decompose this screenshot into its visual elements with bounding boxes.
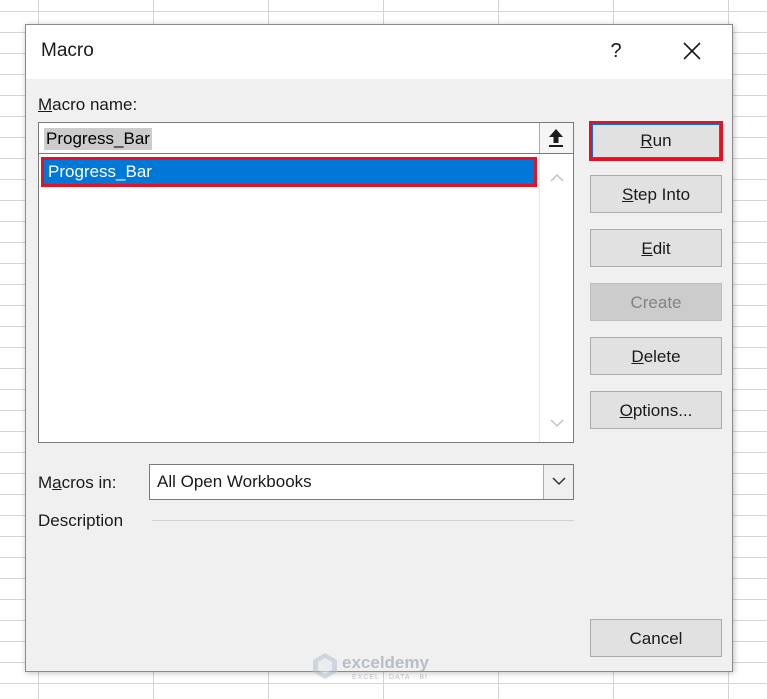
- list-scrollbar[interactable]: [539, 154, 573, 442]
- run-focus-ring: [592, 124, 720, 158]
- chevron-up-icon: [549, 173, 564, 182]
- run-button[interactable]: Run: [589, 121, 723, 161]
- exceldemy-logo-icon: [313, 653, 337, 679]
- step-into-button[interactable]: Step Into: [590, 175, 722, 213]
- delete-button[interactable]: Delete: [590, 337, 722, 375]
- chevron-down-icon: [551, 477, 566, 486]
- title-bar: Macro ?: [26, 25, 732, 79]
- chevron-down-icon: [549, 419, 564, 428]
- edit-button[interactable]: Edit: [590, 229, 722, 267]
- macro-name-value: Progress_Bar: [44, 128, 152, 150]
- close-button[interactable]: [676, 36, 708, 66]
- cancel-button[interactable]: Cancel: [590, 619, 722, 657]
- macros-in-dropdown[interactable]: All Open Workbooks: [149, 464, 574, 500]
- close-icon: [683, 42, 701, 60]
- upload-arrow-icon: [549, 129, 563, 147]
- description-divider: [152, 520, 574, 521]
- macro-dialog: Macro ? Macro name: Progress_Bar Progres…: [25, 24, 733, 681]
- watermark-tagline: EXCEL · DATA · BI: [352, 674, 428, 681]
- macro-name-input[interactable]: Progress_Bar: [38, 122, 574, 154]
- reference-up-button[interactable]: [539, 123, 573, 153]
- options-button[interactable]: Options...: [590, 391, 722, 429]
- macros-in-label: Macros in:: [38, 473, 117, 492]
- create-button[interactable]: Create: [590, 283, 722, 321]
- macro-name-label: Macro name:: [38, 95, 138, 114]
- macros-in-value: All Open Workbooks: [157, 472, 312, 491]
- dropdown-arrow-button[interactable]: [543, 465, 573, 499]
- macro-list[interactable]: Progress_Bar: [38, 153, 574, 443]
- scroll-down-button[interactable]: [540, 410, 573, 438]
- scroll-up-button[interactable]: [540, 164, 573, 192]
- description-label: Description: [38, 511, 124, 530]
- list-item[interactable]: Progress_Bar: [41, 157, 537, 187]
- help-button[interactable]: ?: [604, 37, 628, 65]
- watermark-name: exceldemy: [342, 653, 429, 672]
- dialog-title: Macro: [41, 40, 94, 61]
